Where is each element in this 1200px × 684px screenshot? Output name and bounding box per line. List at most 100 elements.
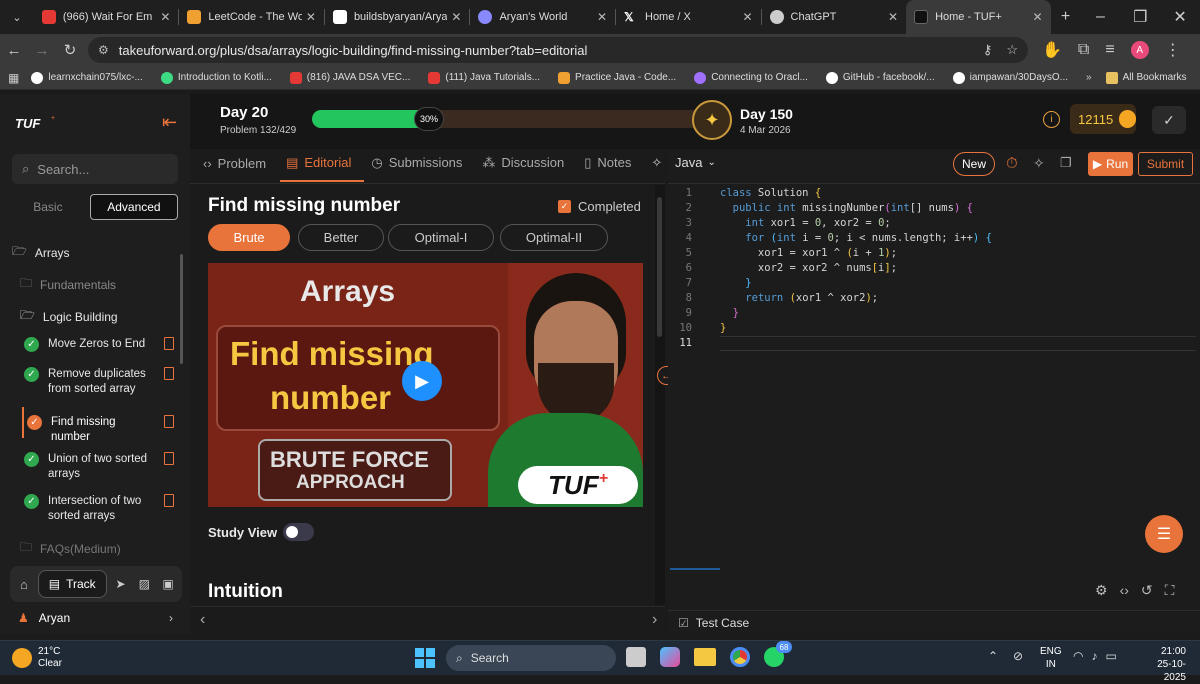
task-view-icon[interactable]	[626, 647, 646, 667]
bookmark-item[interactable]: learnxchain075/lxc-...	[31, 71, 143, 84]
play-button[interactable]: ▶	[402, 361, 442, 401]
browser-tab[interactable]: LeetCode - The World ✕	[179, 0, 324, 34]
weather-widget[interactable]: 21°C Clear	[12, 646, 62, 670]
file-icon[interactable]: ▨	[134, 577, 154, 591]
omnibox[interactable]: ⚙ takeuforward.org/plus/dsa/arrays/logic…	[88, 37, 1028, 63]
send-icon[interactable]: ➤	[111, 577, 131, 591]
clock[interactable]: 21:00 25-10-2025	[1136, 645, 1186, 684]
tab-notes[interactable]: ▯ Notes	[584, 155, 631, 171]
all-bookmarks[interactable]: All Bookmarks	[1105, 71, 1186, 84]
close-icon[interactable]: ✕	[451, 10, 461, 24]
coins-badge[interactable]: 12115	[1070, 104, 1136, 134]
windows-start-icon[interactable]	[415, 648, 435, 668]
profile-avatar[interactable]: A	[1130, 41, 1149, 59]
completed-checkbox[interactable]: ✓ Completed	[558, 199, 641, 214]
home-icon[interactable]: ⌂	[14, 577, 34, 592]
bookmark-icon[interactable]	[164, 452, 174, 465]
bookmark-star-icon[interactable]: ☆	[1006, 42, 1018, 58]
menu-icon[interactable]: ⋮	[1165, 40, 1181, 60]
browser-tab[interactable]: ChatGPT ✕	[762, 0, 907, 34]
magic-wand-icon[interactable]: ✧	[1033, 155, 1045, 172]
problem-item[interactable]: ✓ Intersection of two sorted arrays	[24, 494, 174, 524]
taskbar-search[interactable]: ⌕ Search	[446, 645, 616, 671]
file-explorer-icon[interactable]	[694, 648, 716, 666]
bookmark-icon[interactable]	[164, 415, 174, 428]
apps-grid-icon[interactable]: ▦	[8, 71, 19, 85]
settings-icon[interactable]: ⚙	[1095, 582, 1108, 599]
code-area[interactable]: class Solution { public int missingNumbe…	[720, 186, 992, 336]
copy-icon[interactable]: ❐	[1060, 155, 1072, 171]
chrome-icon[interactable]	[730, 647, 750, 667]
tab-submissions[interactable]: ◷ Submissions	[371, 155, 462, 171]
network-off-icon[interactable]: ⊘	[1013, 649, 1023, 663]
study-view-toggle[interactable]	[283, 523, 314, 541]
horizontal-scrollbar[interactable]: ‹ ›	[190, 606, 665, 634]
close-icon[interactable]: ✕	[160, 10, 170, 24]
track-button[interactable]: ▤ Track	[37, 570, 107, 598]
run-button[interactable]: ▶ Run	[1088, 152, 1133, 176]
close-icon[interactable]: ✕	[888, 10, 898, 24]
reload-button[interactable]: ↻	[56, 41, 84, 59]
new-button[interactable]: New	[953, 152, 995, 176]
browser-tab[interactable]: 𝕏 Home / X ✕	[616, 0, 761, 34]
bookmark-item[interactable]: Introduction to Kotli...	[160, 71, 272, 84]
extension-hand-icon[interactable]: ✋	[1042, 40, 1062, 60]
bookmark-icon[interactable]	[164, 337, 174, 350]
tab-discussion[interactable]: ⁂ Discussion	[482, 155, 564, 171]
info-icon[interactable]: i	[1043, 111, 1060, 128]
close-icon[interactable]: ✕	[597, 10, 607, 24]
complete-check-button[interactable]: ✓	[1152, 106, 1186, 134]
section-faqs[interactable]: 🗀 FAQs(Medium)	[20, 538, 121, 559]
system-tray[interactable]: ◠ ♪ ▭	[1073, 649, 1117, 663]
whatsapp-icon[interactable]: 68	[764, 641, 792, 667]
window-close-button[interactable]: ✕	[1160, 7, 1200, 27]
browser-tab[interactable]: (966) Wait For Em ✕	[34, 0, 179, 34]
browser-tab[interactable]: Aryan's World ✕	[470, 0, 615, 34]
test-case-bar[interactable]: ☑ Test Case	[668, 610, 1200, 634]
forward-button[interactable]: →	[28, 42, 56, 59]
advanced-toggle[interactable]: Advanced	[89, 194, 178, 220]
reset-icon[interactable]: ↺	[1141, 582, 1153, 599]
bookmark-item[interactable]: Connecting to Oracl...	[694, 71, 808, 84]
section-logic-building[interactable]: 🗁 Logic Building	[20, 306, 118, 327]
timer-icon[interactable]: ⏱	[1006, 155, 1018, 172]
extensions-icon[interactable]: ⧉	[1078, 41, 1089, 59]
new-tab-button[interactable]: +	[1051, 8, 1081, 26]
chevron-up-icon[interactable]: ⌃	[988, 649, 998, 663]
scroll-thumb[interactable]	[657, 197, 662, 337]
close-icon[interactable]: ✕	[742, 10, 752, 24]
vertical-scrollbar[interactable]	[655, 185, 665, 605]
bookmark-item[interactable]: iampawan/30DaysO...	[952, 71, 1068, 84]
browser-tab[interactable]: buildsbyaryan/Aryan ✕	[325, 0, 470, 34]
user-row[interactable]: ♟ Aryan ›	[18, 611, 173, 625]
problem-item[interactable]: ✓ Union of two sorted arrays	[24, 452, 174, 482]
tab-search-button[interactable]: ⌄	[0, 11, 34, 24]
sidebar-scrollbar[interactable]	[180, 254, 183, 364]
language-select[interactable]: Java ⌄	[675, 155, 716, 170]
password-key-icon[interactable]: ⚷	[983, 42, 993, 58]
scroll-left-icon[interactable]: ‹	[200, 611, 205, 629]
tab-editorial[interactable]: ▤ Editorial	[286, 155, 351, 171]
approach-brute[interactable]: Brute	[208, 224, 290, 251]
section-fundamentals[interactable]: 🗀 Fundamentals	[20, 274, 116, 295]
more-bookmarks-icon[interactable]: »	[1086, 72, 1092, 83]
scroll-right-icon[interactable]: ›	[652, 611, 657, 629]
fullscreen-icon[interactable]: ⛶	[1165, 582, 1175, 599]
close-icon[interactable]: ✕	[1033, 10, 1043, 24]
bookmark-icon[interactable]	[164, 367, 174, 380]
language-indicator[interactable]: ENG IN	[1040, 645, 1062, 671]
problem-item-active[interactable]: ✓ Find missing number	[27, 415, 174, 445]
browser-tab-active[interactable]: Home - TUF+ ✕	[906, 0, 1051, 34]
video-thumbnail[interactable]: Arrays Find missing number BRUTE FORCE A…	[208, 263, 643, 507]
section-arrays[interactable]: 🗁 Arrays	[12, 242, 70, 263]
collapse-sidebar-icon[interactable]: ⇤	[162, 112, 177, 133]
media-icon[interactable]: ≡	[1105, 41, 1114, 59]
restore-button[interactable]: ❐	[1120, 7, 1160, 27]
submit-button[interactable]: Submit	[1138, 152, 1193, 176]
approach-better[interactable]: Better	[298, 224, 384, 251]
basic-toggle[interactable]: Basic	[12, 194, 84, 220]
bookmark-item[interactable]: (111) Java Tutorials...	[428, 71, 540, 84]
bookmark-item[interactable]: (816) JAVA DSA VEC...	[289, 71, 410, 84]
bookmark-item[interactable]: GitHub - facebook/...	[825, 71, 935, 84]
notebook-icon[interactable]: ▣	[158, 577, 178, 591]
